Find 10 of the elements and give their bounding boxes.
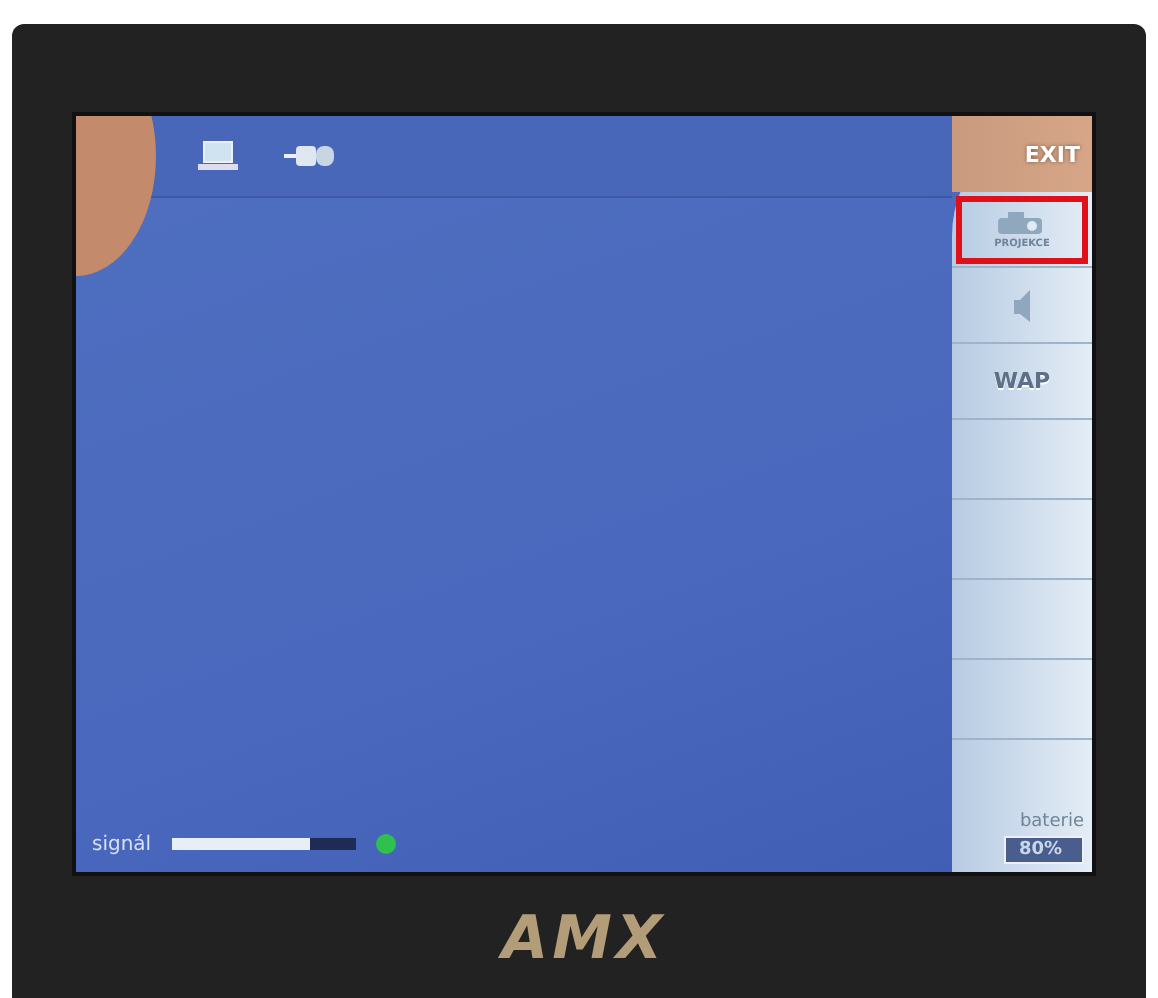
signal-label: signál	[92, 833, 152, 855]
side-button[interactable]: WAP	[952, 344, 1092, 420]
device-logo: AMX	[501, 904, 667, 974]
side-button[interactable]: EXIT	[952, 116, 1092, 192]
laptop-icon[interactable]	[196, 140, 240, 172]
speaker-icon	[1010, 285, 1034, 325]
battery-value: 80%	[1004, 836, 1084, 864]
plug-icon[interactable]	[284, 144, 336, 168]
battery-label: baterie	[1019, 812, 1084, 832]
projector-icon	[996, 209, 1048, 235]
